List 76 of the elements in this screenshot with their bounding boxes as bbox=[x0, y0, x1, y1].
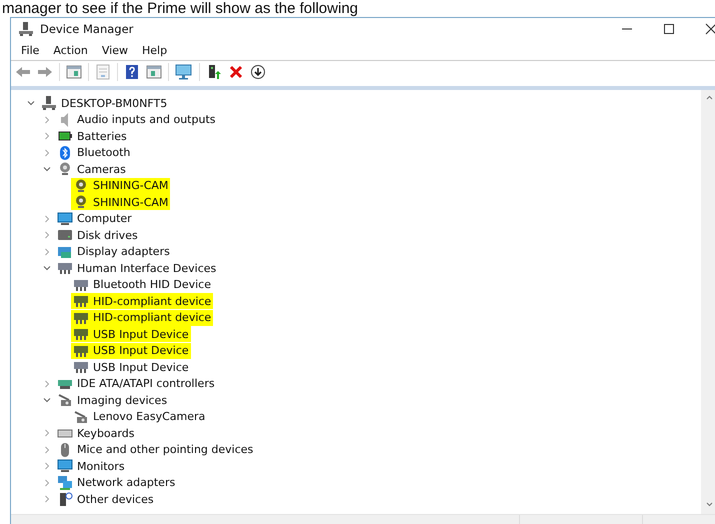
device-item[interactable]: USB Input Device bbox=[71, 326, 191, 342]
menu-item[interactable]: Action bbox=[46, 42, 95, 58]
input-device-icon bbox=[73, 326, 89, 342]
category-item[interactable]: Batteries bbox=[55, 128, 129, 144]
chevron-right-icon[interactable] bbox=[43, 214, 51, 223]
menu-item[interactable]: Help bbox=[134, 42, 174, 58]
category-item[interactable]: Audio inputs and outputs bbox=[55, 112, 218, 128]
device-item[interactable]: HID-compliant device bbox=[71, 310, 214, 326]
device-add-icon[interactable] bbox=[206, 64, 222, 80]
network-icon bbox=[57, 474, 73, 491]
category-item[interactable]: DESKTOP-BM0NFT5 bbox=[39, 95, 170, 112]
device-item[interactable]: Lenovo EasyCamera bbox=[71, 408, 208, 425]
category-item[interactable]: Imaging devices bbox=[55, 392, 170, 408]
chevron-right-icon[interactable] bbox=[43, 429, 51, 438]
device-item[interactable]: USB Input Device bbox=[71, 359, 191, 376]
device-item[interactable]: USB Input Device bbox=[71, 342, 191, 359]
caption-text: manager to see if the Prime will show as the following bbox=[1, 0, 360, 17]
menu-item[interactable]: View bbox=[94, 42, 135, 58]
window-title: Device Manager bbox=[40, 22, 134, 36]
webcam-icon bbox=[73, 194, 89, 210]
category-item[interactable]: Keyboards bbox=[55, 425, 136, 442]
category-item[interactable]: Monitors bbox=[55, 458, 127, 474]
scroll-up-icon[interactable] bbox=[705, 94, 714, 102]
scroll-down-icon[interactable] bbox=[705, 500, 714, 508]
category-item[interactable]: Cameras bbox=[55, 161, 128, 178]
category-item[interactable]: Network adapters bbox=[55, 474, 178, 491]
device-item[interactable]: SHINING-CAM bbox=[71, 194, 170, 210]
monitor-icon bbox=[57, 210, 73, 227]
input-device-icon bbox=[73, 359, 89, 376]
chevron-right-icon[interactable] bbox=[43, 478, 51, 487]
monitor-icon bbox=[57, 458, 73, 474]
unknown-device-icon bbox=[57, 491, 73, 508]
chevron-right-icon[interactable] bbox=[43, 495, 51, 504]
bluetooth-icon bbox=[57, 144, 73, 161]
category-item[interactable]: Human Interface Devices bbox=[55, 260, 218, 276]
scanner-icon bbox=[73, 408, 89, 425]
device-item[interactable]: SHINING-CAM bbox=[71, 178, 170, 194]
webcam-icon bbox=[73, 178, 89, 194]
chevron-right-icon[interactable] bbox=[43, 248, 51, 256]
category-item[interactable]: Mice and other pointing devices bbox=[55, 442, 256, 458]
chevron-right-icon[interactable] bbox=[43, 380, 51, 388]
category-item[interactable]: Other devices bbox=[55, 491, 156, 508]
chevron-down-icon[interactable] bbox=[27, 99, 35, 108]
chevron-right-icon[interactable] bbox=[43, 446, 51, 454]
back-arrow-icon[interactable] bbox=[15, 64, 31, 80]
chevron-right-icon[interactable] bbox=[43, 148, 51, 157]
scanner-icon bbox=[57, 392, 73, 408]
category-item[interactable]: Disk drives bbox=[55, 227, 140, 244]
device-item[interactable]: Bluetooth HID Device bbox=[71, 276, 213, 293]
chevron-right-icon[interactable] bbox=[43, 116, 51, 124]
device-item[interactable]: HID-compliant device bbox=[71, 293, 214, 310]
webcam-icon bbox=[57, 161, 73, 178]
window-icon[interactable] bbox=[146, 64, 162, 80]
category-item[interactable]: Display adapters bbox=[55, 244, 172, 260]
chevron-down-icon[interactable] bbox=[43, 165, 51, 174]
input-device-icon bbox=[73, 293, 89, 310]
input-device-icon bbox=[57, 260, 73, 276]
window-icon[interactable] bbox=[66, 64, 82, 80]
chevron-right-icon[interactable] bbox=[43, 231, 51, 240]
category-item[interactable]: Computer bbox=[55, 210, 134, 227]
chevron-down-icon[interactable] bbox=[43, 264, 51, 272]
download-icon[interactable] bbox=[250, 64, 266, 80]
monitor-icon[interactable] bbox=[175, 64, 193, 80]
window-icon[interactable] bbox=[95, 64, 111, 80]
help-icon[interactable] bbox=[124, 64, 140, 80]
computer-icon bbox=[41, 95, 57, 112]
menu-item[interactable]: File bbox=[14, 42, 46, 58]
chevron-right-icon[interactable] bbox=[43, 132, 51, 140]
category-item[interactable]: IDE ATA/ATAPI controllers bbox=[55, 376, 217, 392]
forward-arrow-icon[interactable] bbox=[37, 64, 53, 80]
chevron-down-icon[interactable] bbox=[43, 396, 51, 404]
delete-icon[interactable] bbox=[228, 64, 244, 80]
computer-icon bbox=[18, 21, 34, 37]
chevron-right-icon[interactable] bbox=[43, 462, 51, 470]
category-item[interactable]: Bluetooth bbox=[55, 144, 132, 161]
scrollbar[interactable] bbox=[701, 90, 715, 514]
